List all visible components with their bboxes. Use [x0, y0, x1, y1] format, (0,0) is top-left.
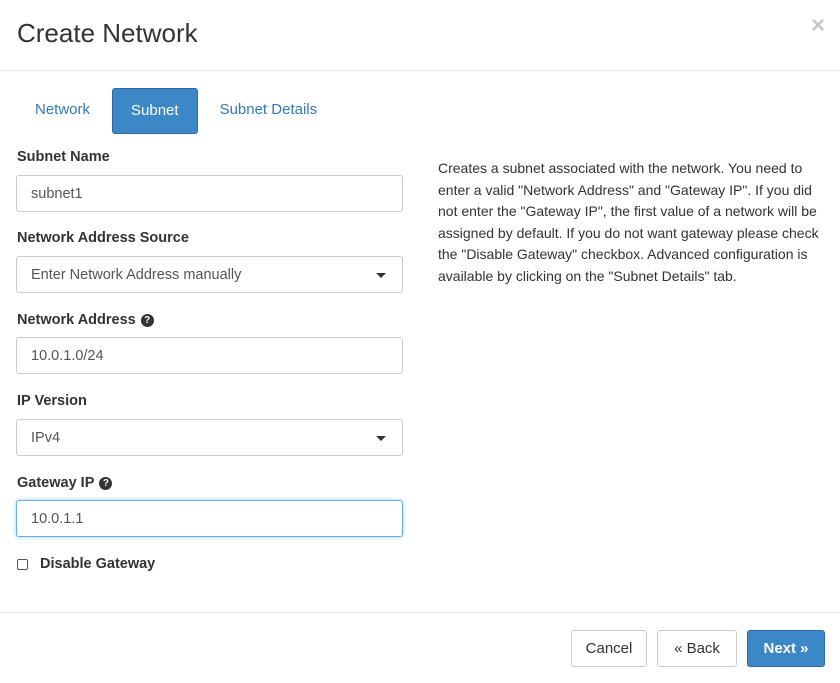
cancel-button[interactable]: Cancel: [571, 630, 647, 667]
ip-version-label-text: IP Version: [17, 393, 87, 409]
network-address-label-text: Network Address: [17, 312, 136, 328]
close-icon[interactable]: ×: [811, 14, 825, 38]
ip-version-value: IPv4: [31, 429, 61, 446]
gateway-ip-input[interactable]: 10.0.1.1: [16, 500, 403, 537]
network-address-input[interactable]: 10.0.1.0/24: [16, 337, 403, 374]
network-address-label: Network Address ?: [17, 312, 154, 328]
question-circle-icon[interactable]: ?: [140, 313, 154, 327]
wizard-tabs: Network Subnet Subnet Details: [17, 88, 339, 134]
modal-header: Create Network ×: [0, 0, 840, 71]
tab-network[interactable]: Network: [17, 88, 108, 134]
tab-subnet[interactable]: Subnet: [112, 88, 198, 134]
next-button[interactable]: Next »: [747, 630, 825, 667]
subnet-name-label-text: Subnet Name: [17, 149, 110, 165]
gateway-ip-value: 10.0.1.1: [31, 510, 84, 527]
disable-gateway-label: Disable Gateway: [40, 556, 156, 572]
caret-down-icon: [376, 273, 386, 278]
question-circle-icon[interactable]: ?: [99, 476, 113, 490]
subnet-name-input[interactable]: subnet1: [16, 175, 403, 212]
network-address-source-label: Network Address Source: [17, 230, 189, 246]
ip-version-label: IP Version: [17, 393, 87, 409]
network-address-source-value: Enter Network Address manually: [31, 266, 242, 283]
subnet-name-label: Subnet Name: [17, 149, 110, 165]
subnet-name-value: subnet1: [31, 185, 83, 202]
network-address-source-select[interactable]: Enter Network Address manually: [16, 256, 403, 293]
disable-gateway-checkbox[interactable]: [17, 558, 28, 570]
network-address-source-label-text: Network Address Source: [17, 230, 189, 246]
back-button[interactable]: « Back: [657, 630, 737, 667]
tab-subnet-details[interactable]: Subnet Details: [202, 88, 336, 134]
gateway-ip-label-text: Gateway IP: [17, 475, 95, 491]
ip-version-select[interactable]: IPv4: [16, 419, 403, 456]
gateway-ip-label: Gateway IP ?: [17, 475, 113, 491]
dialog-title: Create Network: [17, 18, 198, 48]
disable-gateway-row[interactable]: Disable Gateway: [17, 556, 155, 572]
modal-footer: Cancel « Back Next »: [0, 612, 840, 683]
network-address-value: 10.0.1.0/24: [31, 347, 104, 364]
help-text: Creates a subnet associated with the net…: [438, 160, 819, 284]
caret-down-icon: [376, 436, 386, 441]
